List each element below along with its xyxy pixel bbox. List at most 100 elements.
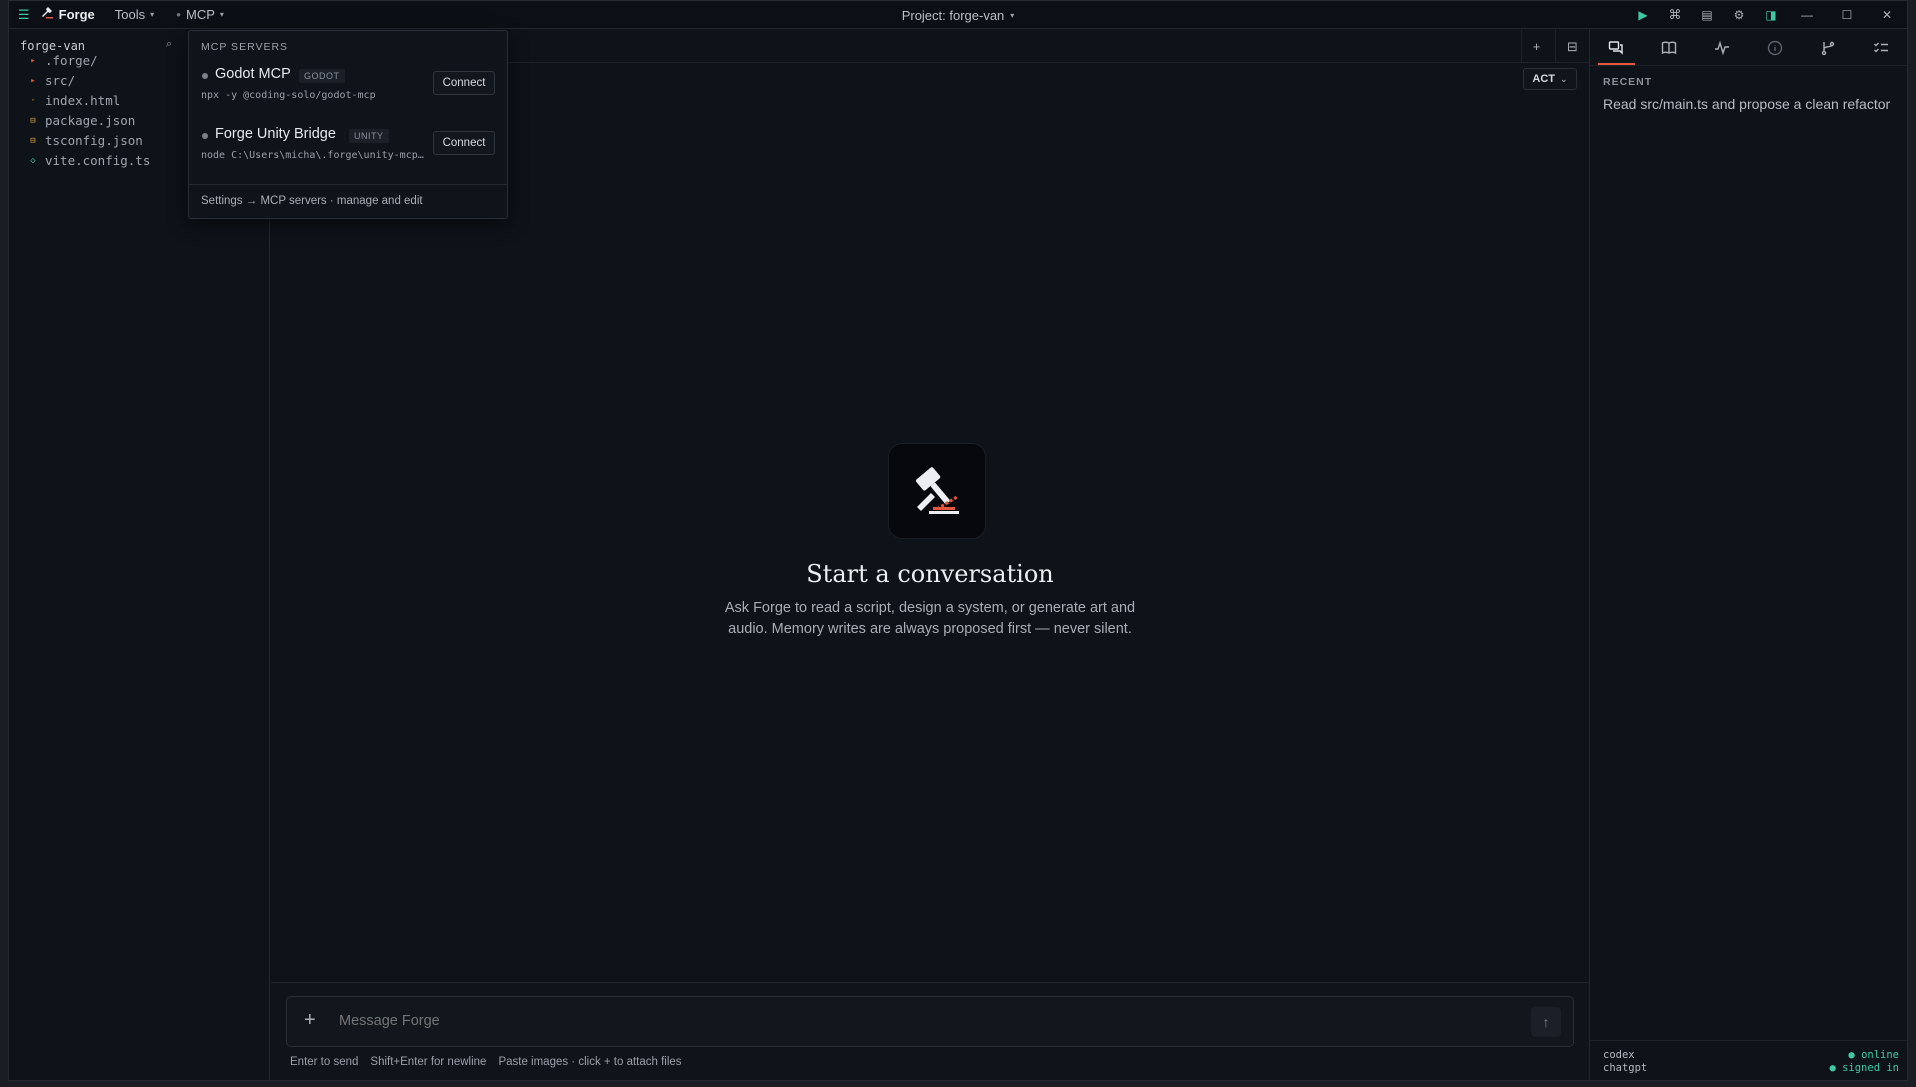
file-name: vite.config.ts (45, 153, 151, 168)
server-command: npx -y @coding-solo/godot-mcp (201, 90, 376, 101)
mcp-menu-label: MCP (186, 7, 215, 22)
folder-icon: ▸ (30, 55, 36, 66)
info-icon (1767, 40, 1783, 55)
json-icon: ⊟ (30, 135, 36, 146)
caret-down-icon: ▾ (219, 10, 224, 19)
file-item[interactable]: ▸ .forge/ (29, 53, 98, 68)
server-tag: UNITY (349, 129, 389, 143)
menu-button[interactable]: ☰ (9, 1, 36, 29)
layout-button[interactable]: ▤ (1691, 1, 1723, 29)
file-item[interactable]: · index.html (29, 93, 120, 108)
provider-state: ● signed in (1829, 1062, 1899, 1074)
empty-state-subtitle: Ask Forge to read a script, design a sys… (701, 598, 1159, 640)
hamburger-icon: ☰ (18, 6, 30, 22)
file-item[interactable]: ⊟ package.json (29, 113, 135, 128)
app-name: Forge (58, 7, 95, 22)
status-row: codex ● online (1603, 1049, 1899, 1061)
new-tab-button[interactable]: + (1521, 30, 1551, 63)
run-button[interactable]: ▶ (1627, 1, 1659, 29)
maximize-button[interactable]: ☐ (1827, 1, 1867, 29)
file-item[interactable]: ◇ vite.config.ts (29, 153, 150, 168)
empty-state-title: Start a conversation (806, 560, 1054, 588)
composer-area: + ↑ Enter to send Shift+Enter for newlin… (271, 982, 1589, 1080)
activity-icon (1715, 40, 1730, 55)
forge-logo-icon (40, 6, 54, 23)
mcp-server-item: Forge Unity Bridge UNITY node C:\Users\m… (189, 121, 507, 181)
minimize-button[interactable]: — (1787, 1, 1827, 29)
recent-conversation[interactable]: Read src/main.ts and propose a clean ref… (1603, 96, 1898, 112)
subtitle-line: Ask Forge to read a script, design a sys… (724, 600, 1136, 616)
plus-icon: + (1532, 39, 1541, 54)
panel-tabs (1590, 30, 1907, 66)
server-name: Forge Unity Bridge (215, 126, 336, 142)
attach-button[interactable]: + (304, 1009, 316, 1032)
book-icon (1662, 41, 1677, 54)
mode-label: ACT (1532, 73, 1556, 85)
tab-info[interactable] (1748, 30, 1801, 65)
tab-activity[interactable] (1696, 30, 1749, 65)
split-icon: ⊟ (1567, 38, 1578, 54)
file-name: index.html (45, 93, 121, 108)
file-name: package.json (45, 113, 136, 128)
maximize-icon: ☐ (1841, 8, 1853, 22)
chevron-down-icon: ⌄ (1560, 73, 1568, 84)
project-switcher[interactable]: Project: forge-van ▾ (902, 1, 1015, 29)
gavel-icon (916, 467, 959, 514)
git-branch-icon (1821, 41, 1834, 55)
provider-state: ● online (1848, 1049, 1899, 1061)
message-composer: + ↑ (286, 996, 1574, 1047)
right-panel: RECENT Read src/main.ts and propose a cl… (1589, 30, 1907, 1080)
mcp-menu[interactable]: ● MCP ▾ (168, 1, 232, 29)
tab-chats[interactable] (1590, 30, 1643, 65)
command-palette-button[interactable]: ⌘ (1659, 1, 1691, 29)
json-icon: ⊟ (30, 115, 36, 126)
status-dot-icon (202, 133, 208, 139)
project-label: Project: forge-van (901, 7, 1005, 23)
server-command: node C:\Users\micha\.forge\unity-mcp\ser… (201, 150, 426, 161)
server-tag: GODOT (299, 69, 345, 83)
status-dot-icon: ● (176, 10, 181, 19)
file-item[interactable]: ⊟ tsconfig.json (29, 133, 143, 148)
forge-logo (888, 443, 986, 539)
connect-button[interactable]: Connect (433, 71, 495, 95)
tab-git[interactable] (1801, 30, 1854, 65)
close-button[interactable]: ✕ (1867, 1, 1907, 29)
mcp-settings-link[interactable]: Settings → MCP servers · manage and edit (189, 184, 507, 218)
tools-menu-label: Tools (114, 7, 146, 22)
checklist-icon (1873, 42, 1888, 52)
mode-selector[interactable]: ACT ⌄ (1523, 68, 1577, 90)
composer-hints: Enter to send Shift+Enter for newline Pa… (290, 1056, 682, 1068)
provider-status: codex ● online chatgpt ● signed in (1590, 1040, 1907, 1080)
hint-text: Paste images · click + to attach files (498, 1056, 682, 1068)
file-icon: · (30, 95, 36, 106)
tab-tasks[interactable] (1854, 30, 1907, 65)
file-name: .forge/ (45, 53, 98, 68)
send-button[interactable]: ↑ (1531, 1007, 1561, 1037)
hint-text: Enter to send (290, 1056, 359, 1068)
search-icon[interactable]: ⌕ (166, 38, 172, 51)
tools-menu[interactable]: Tools ▾ (107, 1, 162, 29)
message-input[interactable] (339, 1013, 1239, 1029)
provider-name: codex (1603, 1049, 1635, 1061)
split-view-button[interactable]: ⊟ (1555, 30, 1589, 63)
caret-down-icon: ▾ (1010, 10, 1015, 20)
connect-button[interactable]: Connect (433, 131, 495, 155)
command-icon: ⌘ (1668, 7, 1682, 22)
provider-name: chatgpt (1603, 1062, 1648, 1074)
recent-heading: RECENT (1603, 76, 1653, 88)
app-brand: Forge (36, 1, 99, 29)
chat-icon (1609, 40, 1624, 55)
settings-button[interactable]: ⚙ (1723, 1, 1755, 29)
hint-text: Shift+Enter for newline (370, 1056, 487, 1068)
tab-docs[interactable] (1643, 30, 1696, 65)
mcp-dropdown-header: MCP SERVERS (201, 41, 289, 53)
status-dot-icon (202, 73, 208, 79)
file-item[interactable]: ▸ src/ (29, 73, 75, 88)
mcp-server-item: Godot MCP GODOT npx -y @coding-solo/godo… (189, 61, 507, 121)
mcp-dropdown: MCP SERVERS Godot MCP GODOT npx -y @codi… (188, 30, 508, 219)
caret-down-icon: ▾ (150, 10, 155, 19)
minimize-icon: — (1801, 8, 1813, 22)
status-row: chatgpt ● signed in (1603, 1062, 1899, 1074)
list-icon: ▤ (1701, 8, 1713, 22)
theme-button[interactable]: ◨ (1755, 1, 1787, 29)
